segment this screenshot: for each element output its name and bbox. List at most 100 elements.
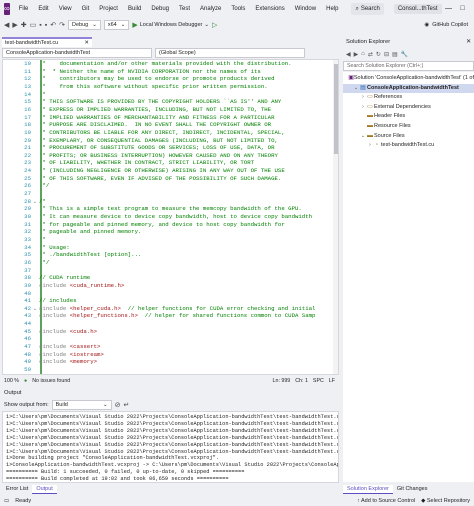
node-type-icon: ▭: [367, 103, 373, 110]
menu-item-git[interactable]: Git: [77, 0, 95, 18]
maximize-button[interactable]: □: [456, 5, 470, 13]
collapse-all-icon[interactable]: ⊟: [384, 51, 389, 58]
node-type-icon: ▬: [367, 132, 373, 139]
save-icon[interactable]: ▪: [39, 22, 41, 29]
code-editor[interactable]: 10 * documentation and/or other material…: [2, 59, 339, 375]
scrollbar-thumb[interactable]: [334, 64, 338, 154]
word-wrap-icon[interactable]: ↵: [124, 401, 130, 409]
menu-item-help[interactable]: Help: [321, 0, 343, 18]
preprocessor-directive: #include: [39, 350, 70, 358]
save-all-icon[interactable]: ▪: [45, 22, 47, 29]
run-without-debugging-icon[interactable]: ▷: [212, 21, 217, 29]
menu-item-test[interactable]: Test: [174, 0, 195, 18]
menu-item-analyze[interactable]: Analyze: [195, 0, 226, 18]
repository-button[interactable]: ◆ Select Repository: [421, 498, 470, 504]
standard-toolbar: ◀ ▶ ✚ ▭ ▪ ▪ ↶ ↷ Debug ⌄ x64 ⌄ ▶ Local Wi…: [0, 18, 474, 32]
tab-output[interactable]: Output: [32, 485, 57, 494]
copilot-label: GitHub Copilot: [432, 22, 468, 28]
close-icon[interactable]: ✕: [84, 40, 89, 46]
tree-node[interactable]: ▬ Header Files: [343, 112, 474, 121]
tree-node-label: test-bandwidthTest.cu: [381, 142, 435, 149]
solution-explorer-toolbar: ◀ ▶ ⌂ ⇄ ↻ ⊟ ▤ 🔧: [343, 48, 474, 60]
tree-node[interactable]: ⌄ ▬ Source Files: [343, 132, 474, 141]
back-icon[interactable]: ◀: [4, 21, 9, 29]
menu-item-build[interactable]: Build: [123, 0, 146, 18]
search-icon: ⌕: [355, 5, 359, 12]
status-text: Ready: [15, 498, 32, 504]
zoom-level[interactable]: 100 %: [4, 378, 19, 384]
issues-status[interactable]: No issues found: [32, 378, 70, 384]
minimize-button[interactable]: —: [442, 5, 456, 13]
undo-icon[interactable]: ↶: [50, 21, 56, 29]
tab-test-bandwidthtest-cu[interactable]: test-bandwidthTest.cu ✕: [2, 37, 92, 47]
output-text[interactable]: 1>C:\Users\pm\Documents\Visual Studio 20…: [2, 411, 339, 483]
source-control-button[interactable]: ↑ Add to Source Control: [357, 498, 415, 504]
menu-item-debug[interactable]: Debug: [146, 0, 174, 18]
tab-solution-explorer[interactable]: Solution Explorer: [343, 485, 393, 494]
line-position: Ln: 999: [272, 377, 291, 384]
tree-node[interactable]: ▣ Solution 'ConsoleApplication-bandwidthT…: [343, 74, 474, 83]
refresh-icon[interactable]: ↻: [376, 51, 381, 58]
solution-explorer-search[interactable]: Search Solution Explorer (Ctrl+;): [343, 61, 474, 71]
clear-all-icon[interactable]: ⊘: [115, 401, 121, 409]
menu-item-edit[interactable]: Edit: [33, 0, 53, 18]
spacing-indicator[interactable]: SPC: [313, 378, 324, 384]
line-ending-indicator[interactable]: LF: [329, 378, 335, 384]
tree-node[interactable]: ⌄ ▤ ConsoleApplication-bandwidthTest: [343, 83, 474, 93]
platform-dropdown[interactable]: x64 ⌄: [103, 20, 130, 30]
tree-node[interactable]: › ▭ External Dependencies: [343, 103, 474, 112]
menu-items: File Edit View Git Project Build Debug Test Anal…: [14, 0, 344, 18]
pin-icon[interactable]: ✕: [466, 39, 471, 45]
include-path: <helper_functions.h>: [69, 312, 138, 320]
code-line[interactable]: 50: [3, 366, 338, 374]
menu-item-tools[interactable]: Tools: [226, 0, 250, 18]
platform-value: x64: [107, 22, 117, 28]
menu-item-file[interactable]: File: [14, 0, 34, 18]
scope-dropdown[interactable]: (Global Scope): [155, 48, 305, 58]
output-source-dropdown[interactable]: Build ⌄: [51, 399, 112, 410]
tree-node[interactable]: ▬ Resource Files: [343, 122, 474, 131]
forward-icon[interactable]: ▶: [354, 51, 359, 58]
status-bar: ▭ Ready ↑ Add to Source Control ◆ Select…: [0, 496, 474, 506]
search-box[interactable]: ⌕ Search: [351, 3, 384, 15]
output-line: 1>C:\Users\pm\Documents\Visual Studio 20…: [6, 434, 339, 441]
node-type-icon: ▬: [367, 113, 373, 120]
home-icon[interactable]: ⌂: [361, 51, 365, 57]
tab-git-changes[interactable]: Git Changes: [393, 485, 432, 494]
solution-explorer-title: Solution Explorer: [346, 39, 391, 45]
project-dropdown[interactable]: ConsoleApplication-bandwidthTest: [2, 48, 152, 58]
include-path: <cassert>: [69, 343, 101, 351]
tree-node-label: Source Files: [374, 132, 405, 139]
inline-comment: // helper functions for CUDA error check…: [120, 304, 316, 312]
github-copilot-button[interactable]: ◉ GitHub Copilot: [424, 22, 468, 28]
close-button[interactable]: ✕: [470, 5, 474, 13]
redo-icon[interactable]: ↷: [59, 21, 65, 29]
start-debugging-button[interactable]: ▶ Local Windows Debugger ⌄: [132, 21, 209, 29]
new-item-icon[interactable]: ✚: [21, 21, 27, 29]
tree-node[interactable]: › ▫ test-bandwidthTest.cu: [343, 141, 474, 150]
solution-tree: ▣ Solution 'ConsoleApplication-bandwidthT…: [343, 72, 474, 482]
menu-item-window[interactable]: Window: [290, 0, 321, 18]
forward-icon[interactable]: ▶: [12, 21, 17, 29]
back-icon[interactable]: ◀: [346, 51, 351, 58]
line-number: 50: [24, 366, 31, 373]
properties-icon[interactable]: 🔧: [401, 51, 408, 58]
menu-item-extensions[interactable]: Extensions: [250, 0, 289, 18]
preprocessor-directive: #include: [39, 358, 70, 366]
sync-icon[interactable]: ⇄: [368, 51, 373, 58]
chevron-down-icon: ⌄: [92, 22, 97, 28]
tree-node-label: References: [374, 94, 403, 101]
navigation-bar: ConsoleApplication-bandwidthTest (Global…: [2, 48, 339, 58]
include-path: <iostream>: [69, 350, 104, 358]
include-path: <memory>: [69, 358, 98, 366]
node-type-icon: ▤: [360, 84, 366, 91]
open-icon[interactable]: ▭: [30, 21, 37, 29]
configuration-dropdown[interactable]: Debug ⌄: [68, 20, 101, 30]
tree-node[interactable]: › ▭ References: [343, 93, 474, 102]
tab-error-list[interactable]: Error List: [2, 485, 32, 494]
search-label: Search: [360, 6, 380, 12]
menu-item-project[interactable]: Project: [94, 0, 123, 18]
search-placeholder: Search Solution Explorer (Ctrl+;): [347, 63, 424, 69]
show-all-files-icon[interactable]: ▤: [392, 51, 398, 58]
menu-item-view[interactable]: View: [54, 0, 77, 18]
